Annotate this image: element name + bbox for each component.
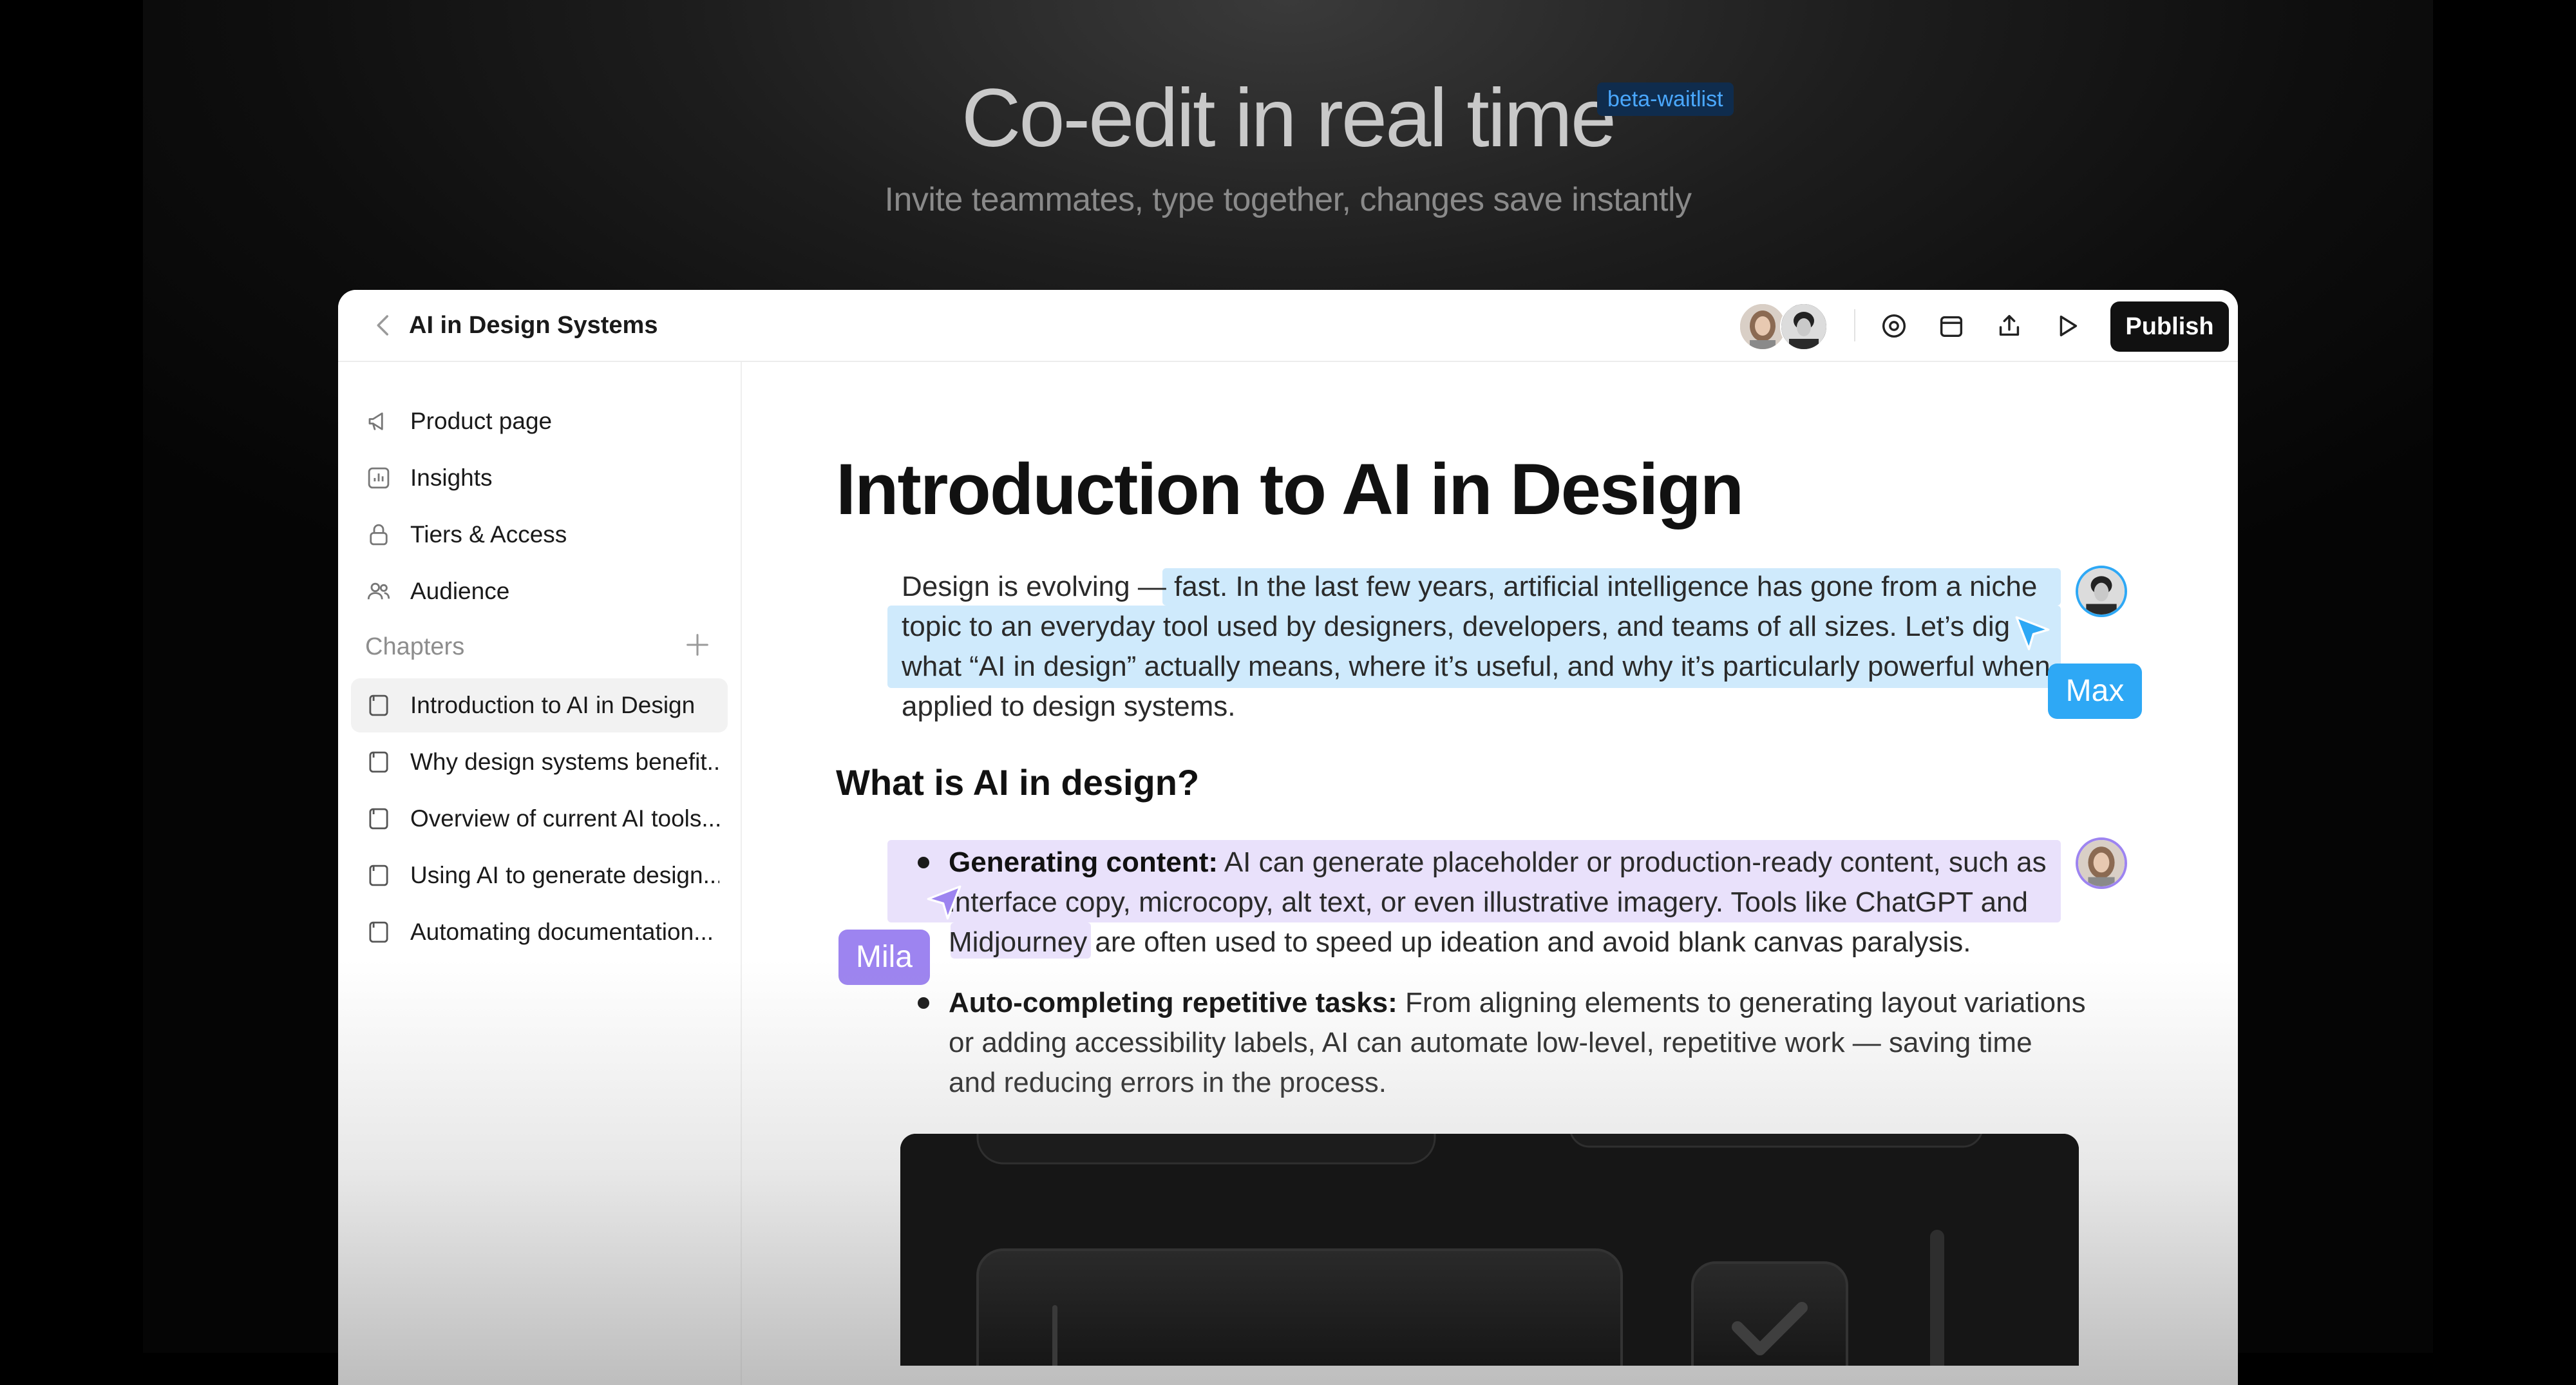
page-icon <box>369 921 388 943</box>
calendar-icon[interactable] <box>1937 311 1966 341</box>
share-icon[interactable] <box>1994 311 2024 341</box>
avatar-mila[interactable] <box>1739 303 1786 350</box>
chapter-label: Overview of current AI tools... <box>410 805 719 832</box>
chapter-item[interactable]: Introduction to AI in Design <box>351 678 728 732</box>
lock-icon <box>370 524 388 546</box>
mila-cursor-icon <box>927 885 961 920</box>
illustration-graphic <box>900 1134 2079 1366</box>
bullet-line[interactable]: and reducing errors in the process. <box>949 1063 1387 1103</box>
sidebar-item-label: Tiers & Access <box>410 521 567 548</box>
avatar-max[interactable] <box>1780 303 1828 350</box>
max-presence-avatar[interactable] <box>2076 566 2127 617</box>
bullet-text: From aligning elements to generating lay… <box>1397 987 2086 1018</box>
sidebar-item-label: Product page <box>410 408 553 434</box>
page-icon <box>369 694 388 716</box>
intro-line[interactable]: applied to design systems. <box>902 687 1236 727</box>
sidebar-item-product-page[interactable]: Product page <box>351 394 728 448</box>
chapter-label: Using AI to generate design... <box>410 862 719 888</box>
sidebar-item-label: Insights <box>410 464 493 491</box>
page-icon <box>369 864 388 886</box>
bullet-line[interactable]: interface copy, microcopy, alt text, or … <box>949 883 2028 923</box>
sidebar: Product page Insights Tiers & Access Aud… <box>338 362 742 1385</box>
collaborator-avatars[interactable] <box>1739 303 1842 350</box>
chapter-label: Introduction to AI in Design <box>410 692 696 718</box>
max-cursor-icon <box>2015 616 2050 651</box>
publish-button[interactable]: Publish <box>2110 301 2229 352</box>
page-icon <box>369 808 388 830</box>
megaphone-icon <box>368 412 383 430</box>
intro-line[interactable]: what “AI in design” actually means, wher… <box>902 647 2050 687</box>
intro-line[interactable]: Design is evolving — fast. In the last f… <box>902 567 2037 607</box>
back-chevron-icon[interactable] <box>370 312 397 339</box>
bullet-line[interactable]: Midjourney are often used to speed up id… <box>949 922 1971 963</box>
toolbar-divider <box>1854 309 1855 341</box>
users-icon <box>367 582 390 600</box>
bullet-title: Generating content: <box>949 846 1218 878</box>
sidebar-item-tiers-access[interactable]: Tiers & Access <box>351 508 728 562</box>
bullet-title: Auto-completing repetitive tasks: <box>949 987 1397 1018</box>
chapter-label: Automating documentation... <box>410 919 714 945</box>
sidebar-item-label: Audience <box>410 578 510 604</box>
top-bar: AI in Design Systems Publish <box>338 290 2238 362</box>
mila-presence-avatar[interactable] <box>2076 837 2127 889</box>
sidebar-item-insights[interactable]: Insights <box>351 451 728 505</box>
mila-cursor-label: Mila <box>838 930 930 985</box>
hero-title: Co-edit in real time <box>961 72 1616 164</box>
chapter-item[interactable]: Using AI to generate design... <box>351 848 728 903</box>
max-cursor-label: Max <box>2048 664 2142 719</box>
add-chapter-plus-icon[interactable] <box>683 630 712 660</box>
intro-line[interactable]: topic to an everyday tool used by design… <box>902 607 2010 647</box>
section-heading[interactable]: What is AI in design? <box>836 760 1199 805</box>
play-icon[interactable] <box>2052 311 2082 341</box>
bullet-text: AI can generate placeholder or productio… <box>1218 846 2047 878</box>
chapter-item[interactable]: Automating documentation... <box>351 905 728 959</box>
illustration-card <box>900 1134 2079 1366</box>
bar-chart-icon <box>368 467 390 489</box>
bullet-line[interactable]: Auto-completing repetitive tasks: From a… <box>949 983 2086 1024</box>
chapter-item[interactable]: Overview of current AI tools... <box>351 792 728 846</box>
beta-badge: beta-waitlist <box>1597 82 1734 116</box>
bullet-line[interactable]: Generating content: AI can generate plac… <box>949 843 2047 883</box>
document-heading[interactable]: Introduction to AI in Design <box>836 448 1744 531</box>
sidebar-item-audience[interactable]: Audience <box>351 564 728 618</box>
hero-subtitle: Invite teammates, type together, changes… <box>884 181 1692 218</box>
bullet-line[interactable]: or adding accessibility labels, AI can a… <box>949 1023 2032 1064</box>
bullet-dot <box>918 997 929 1009</box>
chapters-heading: Chapters <box>365 633 465 660</box>
chapter-item[interactable]: Why design systems benefit... <box>351 735 728 789</box>
document-title: AI in Design Systems <box>409 312 658 339</box>
chapter-label: Why design systems benefit... <box>410 749 719 775</box>
page-icon <box>369 751 388 773</box>
bullet-dot <box>918 857 929 868</box>
settings-icon[interactable] <box>1879 311 1909 341</box>
